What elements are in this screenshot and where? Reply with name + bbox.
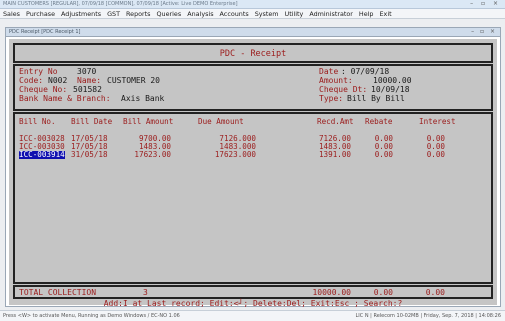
total-rebate: 0.00 [373, 288, 393, 297]
status-right: LIC N | Relecom 10-02MB | Friday, Sep. 7… [355, 313, 501, 319]
child-title: PDC Receipt [PDC Receipt 1] [9, 29, 81, 35]
entry-no-field[interactable]: 3070 [77, 67, 96, 76]
menu-accounts[interactable]: Accounts [217, 9, 252, 18]
menu-administrator[interactable]: Administrator [306, 9, 356, 18]
screen-header: PDC - Receipt [13, 43, 493, 63]
code-field[interactable]: N002 [48, 76, 67, 85]
window-controls[interactable]: – ▫ × [470, 0, 501, 7]
menu-exit[interactable]: Exit [377, 9, 395, 18]
bank-field[interactable]: Axis Bank [121, 94, 164, 103]
child-window-controls[interactable]: – ▫ × [471, 28, 497, 35]
cheque-no-field[interactable]: 501582 [73, 85, 102, 94]
type-field[interactable]: Bill By Bill [347, 94, 405, 103]
date-field[interactable]: : 07/09/18 [341, 67, 389, 76]
menu-utility[interactable]: Utility [282, 9, 307, 18]
col-interest: Interest [419, 117, 456, 126]
menu-sales[interactable]: Sales [0, 9, 23, 18]
col-due-amount: Due Amount [198, 117, 244, 126]
console-screen: PDC - Receipt Entry No 3070 Code: N002 N… [9, 39, 497, 308]
status-left: Press <W> to activate Menu, Running as D… [3, 313, 180, 319]
total-collection-bar: TOTAL COLLECTION 3 10000.00 0.00 0.00 [13, 285, 493, 299]
col-bill-amount: Bill Amount [123, 117, 174, 126]
window-title: MAIN CUSTOMERS [REGULAR], 07/09/18 [COMM… [3, 1, 238, 7]
grid-header-row: Bill No. Bill Date Bill Amount Due Amoun… [15, 118, 491, 126]
amount-label: Amount: [319, 76, 353, 85]
bank-label: Bank Name & Branch: [19, 94, 111, 103]
key-hints: Add:I at Last record; Edit:<┘; Delete:De… [103, 299, 403, 308]
cheque-date-field[interactable]: 10/09/18 [371, 85, 410, 94]
menu-system[interactable]: System [252, 9, 282, 18]
child-title-bar: PDC Receipt [PDC Receipt 1] – ▫ × [6, 28, 500, 37]
name-label: Name: [77, 76, 102, 85]
entry-no-label: Entry No [19, 67, 58, 76]
menu-bar: Sales Purchase Adjustments GST Reports Q… [0, 9, 505, 19]
col-bill-date: Bill Date [71, 117, 113, 126]
window-title-bar: MAIN CUSTOMERS [REGULAR], 07/09/18 [COMM… [0, 0, 505, 9]
status-bar: Press <W> to activate Menu, Running as D… [0, 310, 505, 321]
bill-date-cell: 31/05/18 [71, 150, 108, 159]
rebate-cell[interactable]: 0.00 [365, 151, 393, 159]
mdi-workspace: PDC Receipt [PDC Receipt 1] – ▫ × PDC - … [0, 19, 505, 310]
total-interest: 0.00 [425, 288, 445, 297]
screen-title: PDC - Receipt [219, 49, 287, 59]
recd-amt-cell[interactable]: 1391.00 [305, 151, 351, 159]
entry-info-panel: Entry No 3070 Code: N002 Name: CUSTOMER … [13, 64, 493, 111]
menu-adjustments[interactable]: Adjustments [58, 9, 104, 18]
type-label: Type: [319, 94, 344, 103]
menu-analysis[interactable]: Analysis [184, 9, 216, 18]
menu-purchase[interactable]: Purchase [23, 9, 58, 18]
menu-help[interactable]: Help [356, 9, 377, 18]
bill-amount-cell: 17623.00 [134, 150, 171, 159]
code-label: Code: [19, 76, 44, 85]
interest-cell[interactable]: 0.00 [419, 151, 445, 159]
cheque-no-label: Cheque No: [19, 85, 68, 94]
col-bill-no: Bill No. [19, 117, 56, 126]
col-rebate: Rebate [365, 117, 393, 126]
col-recd-amt: Recd.Amt [317, 117, 354, 126]
pdc-receipt-window: PDC Receipt [PDC Receipt 1] – ▫ × PDC - … [5, 27, 501, 308]
due-amount-cell: 17623.000 [214, 150, 256, 159]
total-count: 3 [143, 288, 148, 297]
bill-no-cell-selected[interactable]: ICC-003914 [19, 151, 65, 159]
bill-grid: Bill No. Bill Date Bill Amount Due Amoun… [13, 112, 493, 284]
total-recd: 10000.00 [312, 288, 351, 297]
amount-field[interactable]: 10000.00 [373, 76, 412, 85]
menu-gst[interactable]: GST [104, 9, 123, 18]
table-row-selected[interactable]: ICC-003914 31/05/18 17623.00 17623.000 1… [15, 151, 491, 159]
menu-queries[interactable]: Queries [154, 9, 185, 18]
total-label: TOTAL COLLECTION [19, 288, 97, 297]
name-field[interactable]: CUSTOMER 20 [107, 76, 160, 85]
menu-reports[interactable]: Reports [123, 9, 154, 18]
cheque-date-label: Cheque Dt: [319, 85, 368, 94]
date-label: Date [319, 67, 339, 76]
